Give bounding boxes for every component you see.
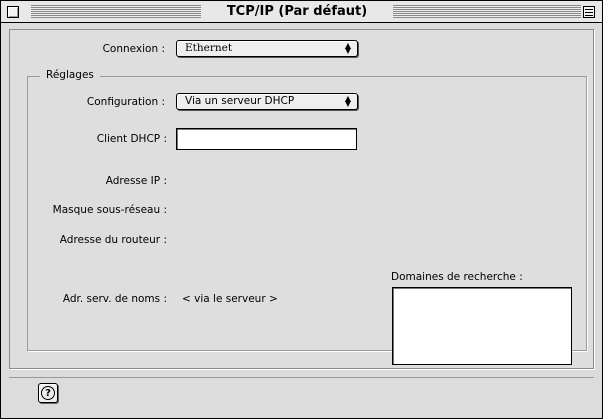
ip-address-label: Adresse IP : xyxy=(105,175,167,187)
title-bar-stripes xyxy=(31,5,201,18)
configuration-popup[interactable]: Via un serveur DHCP ▲ ▼ xyxy=(176,93,358,110)
tcpip-window: TCP/IP (Par défaut) Connexion : Ethernet… xyxy=(0,0,603,419)
domains-label: Domaines de recherche : xyxy=(391,271,523,283)
router-address-label: Adresse du routeur : xyxy=(59,234,167,246)
reglages-group-title: Réglages xyxy=(40,69,100,81)
configuration-popup-value: Via un serveur DHCP xyxy=(185,95,295,107)
subnet-mask-label: Masque sous-réseau : xyxy=(52,204,167,216)
help-icon: ? xyxy=(41,386,55,400)
domains-field[interactable] xyxy=(392,287,572,365)
connexion-label: Connexion : xyxy=(102,43,165,55)
client-dhcp-field[interactable] xyxy=(176,128,357,150)
client-dhcp-label: Client DHCP : xyxy=(96,133,167,145)
connexion-popup[interactable]: Ethernet ▲ ▼ xyxy=(176,40,358,57)
dns-value: < via le serveur > xyxy=(182,293,278,305)
title-bar-stripes xyxy=(393,5,581,18)
connexion-popup-value: Ethernet xyxy=(185,42,233,54)
configuration-label: Configuration : xyxy=(86,96,165,108)
help-button[interactable]: ? xyxy=(38,383,58,403)
zoom-box-icon[interactable] xyxy=(583,6,595,18)
dns-label: Adr. serv. de noms : xyxy=(62,293,167,305)
popup-arrows-icon: ▲ ▼ xyxy=(344,41,352,55)
popup-arrows-icon: ▲ ▼ xyxy=(344,94,352,108)
title-bar[interactable]: TCP/IP (Par défaut) xyxy=(1,1,602,23)
footer-bar xyxy=(9,377,594,409)
window-title: TCP/IP (Par défaut) xyxy=(207,3,387,20)
close-box-icon[interactable] xyxy=(7,6,19,18)
